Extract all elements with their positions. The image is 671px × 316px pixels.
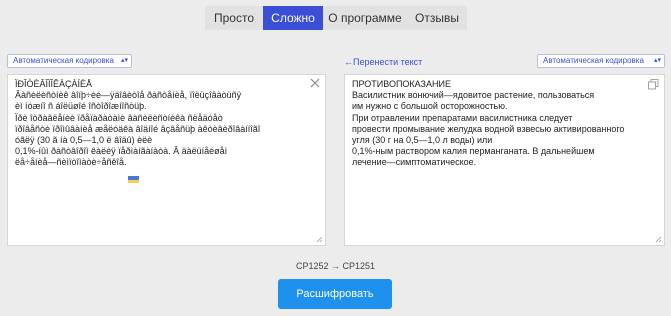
tab-reviews[interactable]: Отзывы xyxy=(407,6,467,30)
input-encoding-value: Автоматическая кодировка xyxy=(13,56,114,65)
copy-icon[interactable] xyxy=(648,79,659,90)
ukraine-flag-icon xyxy=(128,176,139,183)
close-icon[interactable] xyxy=(309,77,321,89)
codepage-conversion-label: CP1252 → CP1251 xyxy=(295,261,376,271)
mode-tabs: Просто Сложно О программе Отзывы xyxy=(205,6,467,30)
input-encoding-select[interactable]: Автоматическая кодировка ▴▾ xyxy=(7,54,132,68)
tab-about[interactable]: О программе xyxy=(323,6,407,30)
output-encoding-value: Автоматическая кодировка xyxy=(543,56,644,65)
resize-handle[interactable] xyxy=(655,236,662,243)
input-panel: ÏÐÎÒÈÂÎÏÎÊÀÇÀÍÈÅ Âàñèëèñòíèê âîíþ÷èé—ÿäî… xyxy=(7,74,326,246)
chevron-up-down-icon: ▴▾ xyxy=(120,57,128,64)
chevron-up-down-icon: ▴▾ xyxy=(653,57,661,64)
output-panel: ПРОТИВОПОКАЗАНИЕ Василистник вонючий—ядо… xyxy=(344,74,665,246)
output-text[interactable]: ПРОТИВОПОКАЗАНИЕ Василистник вонючий—ядо… xyxy=(345,75,664,245)
decode-button[interactable]: Расшифровать xyxy=(278,279,392,309)
resize-handle[interactable] xyxy=(316,236,323,243)
tab-advanced[interactable]: Сложно xyxy=(263,6,323,30)
input-textarea[interactable]: ÏÐÎÒÈÂÎÏÎÊÀÇÀÍÈÅ Âàñèëèñòíèê âîíþ÷èé—ÿäî… xyxy=(8,75,325,245)
tab-simple[interactable]: Просто xyxy=(205,6,263,30)
output-encoding-select[interactable]: Автоматическая кодировка ▴▾ xyxy=(537,54,665,68)
transfer-text-link[interactable]: ←Перенести текст xyxy=(344,57,422,67)
